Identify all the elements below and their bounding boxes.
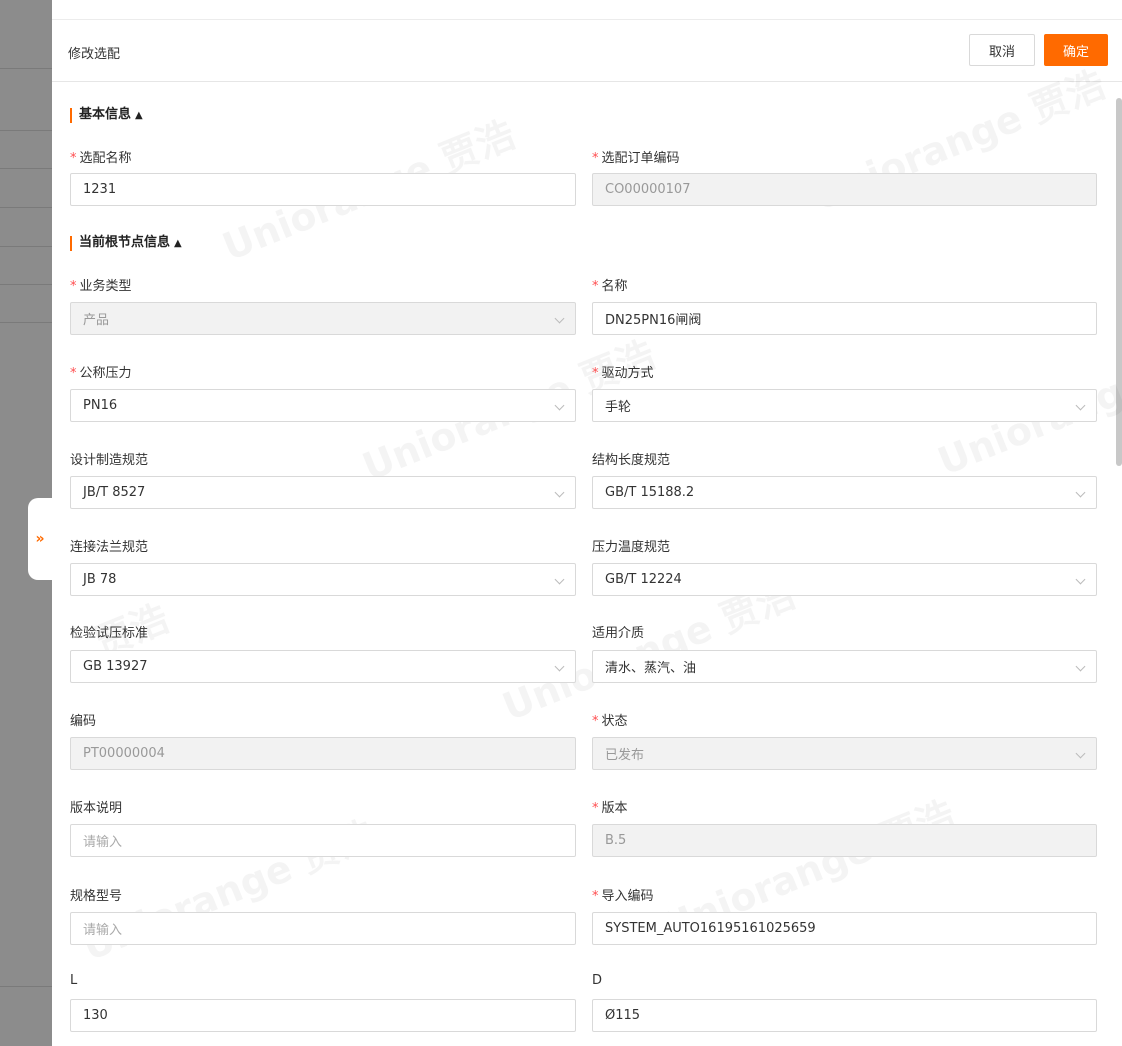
label-D: D bbox=[592, 973, 603, 988]
confirm-button[interactable]: 确定 bbox=[1044, 34, 1108, 66]
label-test-std: 检验试压标准 bbox=[70, 626, 149, 641]
label-status: * 状态 bbox=[592, 714, 628, 729]
label-name: * 名称 bbox=[592, 279, 628, 294]
label-business-type: * 业务类型 bbox=[70, 279, 132, 294]
label-version-note: 版本说明 bbox=[70, 801, 123, 816]
collapse-up-icon: ▲ bbox=[174, 238, 182, 249]
version-input: B.5 bbox=[592, 824, 1097, 857]
dialog-header: 修改选配 取消 确定 bbox=[52, 20, 1122, 82]
code-input: PT00000004 bbox=[70, 737, 576, 770]
chevron-down-icon bbox=[1075, 748, 1086, 759]
label-L: L bbox=[70, 973, 78, 988]
chevron-down-icon bbox=[1075, 487, 1086, 498]
chevron-down-icon bbox=[554, 400, 565, 411]
model-input[interactable]: 请输入 bbox=[70, 912, 576, 945]
nominal-pressure-select[interactable]: PN16 bbox=[70, 389, 576, 422]
length-spec-select[interactable]: GB/T 15188.2 bbox=[592, 476, 1097, 509]
status-select: 已发布 bbox=[592, 737, 1097, 770]
business-type-select: 产品 bbox=[70, 302, 576, 335]
flange-spec-select[interactable]: JB 78 bbox=[70, 563, 576, 596]
L-input[interactable]: 130 bbox=[70, 999, 576, 1032]
label-import-code: * 导入编码 bbox=[592, 889, 654, 904]
order-code-input: CO00000107 bbox=[592, 173, 1097, 206]
edit-config-panel: 修改选配 取消 确定 Uniorange 贾浩 Uniorange 贾浩 Uni… bbox=[52, 0, 1122, 1046]
label-design-spec: 设计制造规范 bbox=[70, 453, 149, 468]
chevron-down-icon bbox=[554, 487, 565, 498]
config-name-input[interactable]: 1231 bbox=[70, 173, 576, 206]
name-input[interactable]: DN25PN16闸阀 bbox=[592, 302, 1097, 335]
expand-sidebar-icon[interactable]: » bbox=[28, 498, 52, 580]
chevron-down-icon bbox=[1075, 661, 1086, 672]
design-spec-select[interactable]: JB/T 8527 bbox=[70, 476, 576, 509]
chevron-down-icon bbox=[554, 661, 565, 672]
label-length-spec: 结构长度规范 bbox=[592, 453, 671, 468]
chevron-down-icon bbox=[1075, 574, 1086, 585]
label-nominal-pressure: * 公称压力 bbox=[70, 366, 132, 381]
watermark: Uniorange bbox=[932, 360, 1122, 484]
cancel-button[interactable]: 取消 bbox=[969, 34, 1035, 66]
section-root-node-info[interactable]: 当前根节点信息 ▲ bbox=[70, 236, 182, 251]
import-code-input[interactable]: SYSTEM_AUTO16195161025659 bbox=[592, 912, 1097, 945]
collapse-up-icon: ▲ bbox=[135, 110, 143, 121]
double-chevron-right-icon: » bbox=[35, 531, 45, 547]
D-input[interactable]: Ø115 bbox=[592, 999, 1097, 1032]
label-order-code: * 选配订单编码 bbox=[592, 151, 680, 166]
scrollbar[interactable] bbox=[1116, 98, 1122, 466]
version-note-input[interactable]: 请输入 bbox=[70, 824, 576, 857]
label-medium: 适用介质 bbox=[592, 626, 645, 641]
label-pt-spec: 压力温度规范 bbox=[592, 540, 671, 555]
test-std-select[interactable]: GB 13927 bbox=[70, 650, 576, 683]
medium-select[interactable]: 清水、蒸汽、油 bbox=[592, 650, 1097, 683]
pt-spec-select[interactable]: GB/T 12224 bbox=[592, 563, 1097, 596]
label-model: 规格型号 bbox=[70, 889, 123, 904]
label-flange-spec: 连接法兰规范 bbox=[70, 540, 149, 555]
section-basic-info[interactable]: 基本信息 ▲ bbox=[70, 108, 143, 123]
label-version: * 版本 bbox=[592, 801, 628, 816]
label-drive-mode: * 驱动方式 bbox=[592, 366, 654, 381]
chevron-down-icon bbox=[554, 313, 565, 324]
chevron-down-icon bbox=[554, 574, 565, 585]
label-config-name: * 选配名称 bbox=[70, 151, 132, 166]
top-bar bbox=[52, 0, 1122, 20]
drive-mode-select[interactable]: 手轮 bbox=[592, 389, 1097, 422]
dialog-title: 修改选配 bbox=[68, 47, 121, 62]
label-code: 编码 bbox=[70, 714, 97, 729]
chevron-down-icon bbox=[1075, 400, 1086, 411]
